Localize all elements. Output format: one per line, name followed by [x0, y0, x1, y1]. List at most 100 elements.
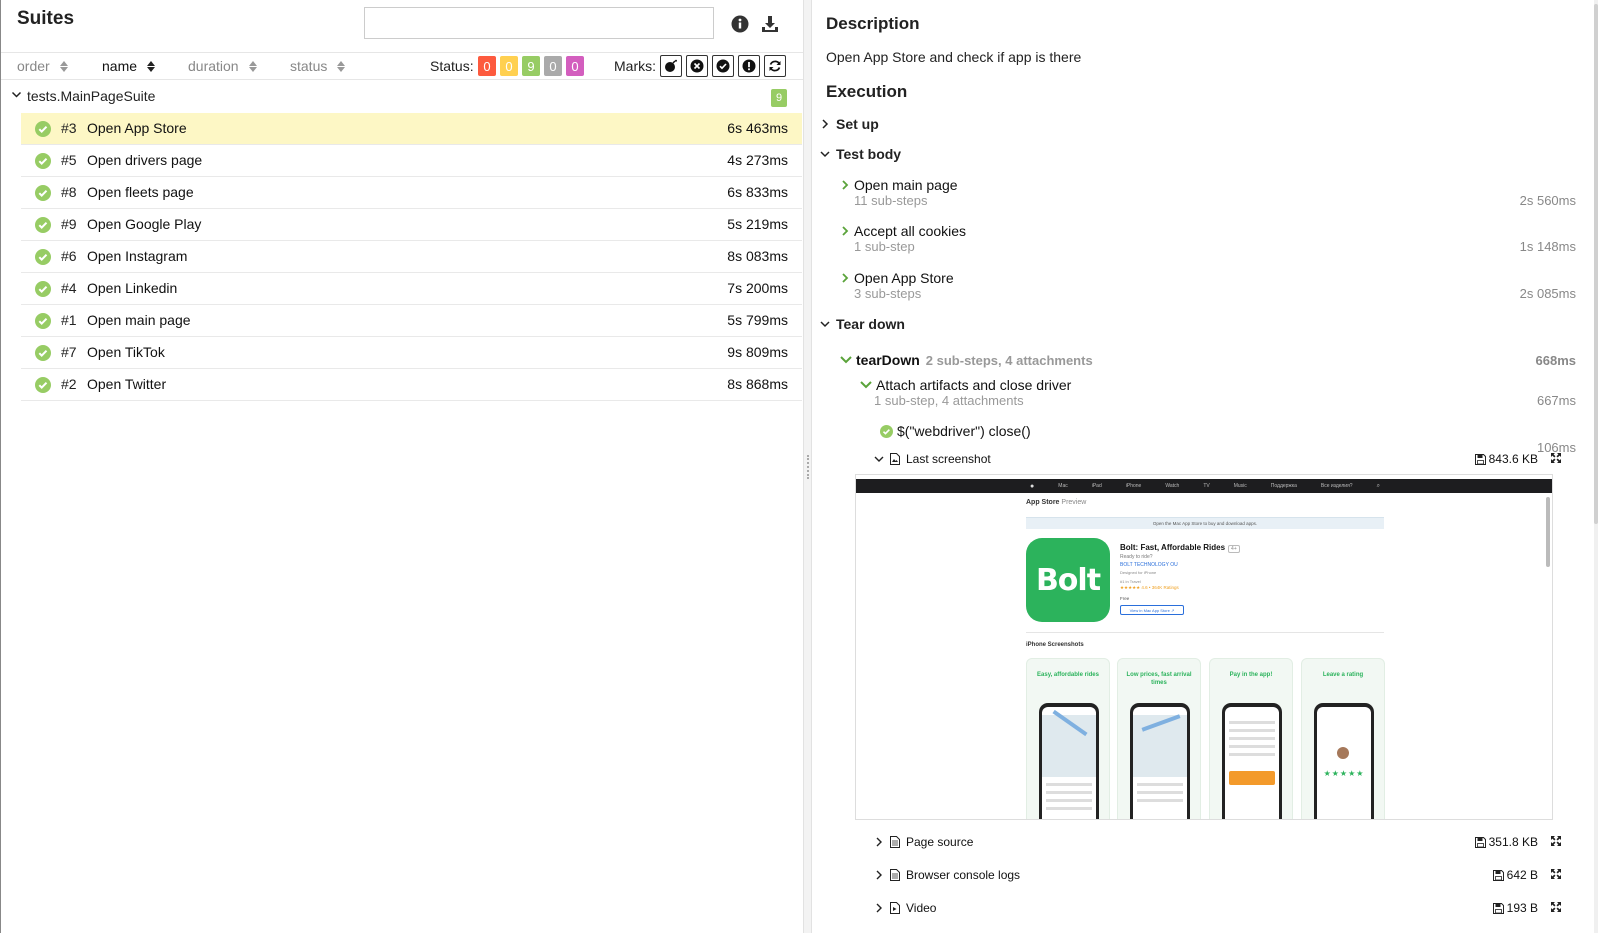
save-icon	[1492, 902, 1504, 914]
attachment-name: Video	[906, 901, 937, 915]
apple-logo-icon: ●	[1030, 482, 1035, 490]
status-failed-badge[interactable]: 0	[478, 56, 496, 76]
attach-step-row[interactable]: Attach artifacts and close driver 1 sub-…	[860, 377, 1580, 408]
step-duration: 1s 148ms	[1519, 239, 1576, 254]
test-order: #4	[61, 280, 77, 296]
preview-card: Pay in the app!	[1209, 658, 1293, 819]
test-name: Open Twitter	[87, 376, 167, 392]
sort-arrows-icon	[337, 60, 346, 72]
step-substeps: 3 sub-steps	[854, 286, 922, 301]
preview-banner: Open the Mac App Store to buy and downlo…	[1026, 517, 1384, 529]
new-failed-mark-button[interactable]	[686, 55, 708, 77]
test-duration: 6s 463ms	[727, 120, 788, 136]
pane-splitter[interactable]	[803, 0, 812, 933]
passed-status-icon	[35, 153, 51, 169]
refresh-icon	[769, 60, 781, 72]
chevron-down-icon	[820, 151, 830, 158]
test-name: Open App Store	[87, 120, 187, 136]
teardown-label: Tear down	[836, 316, 905, 332]
sort-order[interactable]: order	[17, 58, 68, 74]
test-details-pane: Description Open App Store and check if …	[812, 0, 1600, 933]
sort-duration[interactable]: duration	[188, 58, 257, 74]
status-unknown-badge[interactable]: 0	[566, 56, 584, 76]
chevron-right-icon	[842, 180, 849, 190]
sort-arrows-icon	[248, 60, 257, 72]
test-duration: 5s 219ms	[727, 216, 788, 232]
preview-nav-item: iPhone	[1125, 483, 1142, 489]
search-input[interactable]	[364, 7, 714, 39]
step-substeps: 1 sub-step	[854, 239, 915, 254]
preview-scrollbar	[1546, 497, 1550, 567]
expand-icon	[1551, 902, 1561, 912]
test-duration: 8s 083ms	[727, 248, 788, 264]
test-duration: 9s 809ms	[727, 344, 788, 360]
close-driver-step-title: $("webdriver") close()	[897, 423, 1031, 439]
chevron-right-icon	[876, 837, 882, 847]
test-row[interactable]: #5 Open drivers page 4s 273ms	[21, 145, 802, 177]
bolt-app-logo: Bolt	[1026, 538, 1110, 622]
preview-rank: #1 in Travel	[1120, 579, 1141, 584]
test-body-label: Test body	[836, 146, 902, 162]
attachment-row[interactable]: Last screenshot 843.6 KB	[874, 450, 1574, 470]
new-broken-mark-button[interactable]	[738, 55, 760, 77]
marks-filter	[660, 55, 786, 77]
sort-status[interactable]: status	[290, 58, 346, 74]
teardown-step-substeps: 2 sub-steps, 4 attachments	[925, 352, 1093, 368]
file-image-icon	[890, 453, 900, 465]
preview-view-button: View in Mac App Store ↗	[1120, 605, 1184, 615]
sort-order-label: order	[17, 58, 50, 74]
test-row[interactable]: #6 Open Instagram 8s 083ms	[21, 241, 802, 273]
download-icon[interactable]	[758, 12, 782, 36]
chevron-down-icon	[874, 456, 884, 462]
attachment-row[interactable]: Video 193 B	[874, 899, 1574, 919]
test-body-stage[interactable]: Test body	[820, 146, 901, 162]
screenshot-preview[interactable]: ● Mac iPad iPhone Watch TV Music Поддерж…	[855, 474, 1553, 820]
chevron-down-icon	[820, 321, 830, 328]
attachment-row[interactable]: Browser console logs 642 B	[874, 866, 1574, 886]
details-scrollbar[interactable]	[1594, 0, 1598, 933]
test-row[interactable]: #1 Open main page 5s 799ms	[21, 305, 802, 337]
status-skipped-badge[interactable]: 0	[544, 56, 562, 76]
step-title: Accept all cookies	[854, 223, 967, 239]
setup-stage[interactable]: Set up	[820, 116, 879, 132]
suites-pane: Suites order name duration status Status…	[0, 0, 804, 933]
search-icon: ⌕	[1376, 482, 1380, 489]
preview-nav-item: Watch	[1165, 483, 1180, 489]
test-row[interactable]: #9 Open Google Play 5s 219ms	[21, 209, 802, 241]
flaky-mark-button[interactable]	[660, 55, 682, 77]
description-text: Open App Store and check if app is there	[826, 49, 1082, 65]
attachment-size: 193 B	[1506, 901, 1538, 915]
teardown-step-row[interactable]: tearDown 2 sub-steps, 4 attachments 668m…	[840, 352, 1580, 372]
test-row[interactable]: #4 Open Linkedin 7s 200ms	[21, 273, 802, 305]
attachment-size: 351.8 KB	[1488, 835, 1538, 849]
passed-status-icon	[35, 185, 51, 201]
test-duration: 8s 868ms	[727, 376, 788, 392]
retries-mark-button[interactable]	[764, 55, 786, 77]
test-row[interactable]: #7 Open TikTok 9s 809ms	[21, 337, 802, 369]
sort-name[interactable]: name	[102, 58, 156, 74]
attachment-name: Page source	[906, 835, 974, 849]
preview-nav-item: Поддержка	[1270, 483, 1297, 489]
suite-group-row[interactable]: tests.MainPageSuite 9	[1, 84, 804, 110]
teardown-stage[interactable]: Tear down	[820, 316, 905, 332]
test-row[interactable]: #2 Open Twitter 8s 868ms	[21, 369, 802, 401]
test-duration: 7s 200ms	[727, 280, 788, 296]
info-circle-icon[interactable]	[728, 12, 752, 36]
preview-nav-item: Все изделия?	[1320, 483, 1353, 489]
marks-filter-label: Marks:	[614, 58, 656, 74]
test-row[interactable]: #8 Open fleets page 6s 833ms	[21, 177, 802, 209]
suite-passed-count-badge: 9	[771, 89, 787, 107]
status-passed-badge[interactable]: 9	[522, 56, 540, 76]
close-driver-step-row[interactable]: $("webdriver") close() 106ms	[880, 423, 1580, 455]
chevron-right-icon	[822, 119, 829, 129]
preview-card: Leave a rating ★★★★★	[1301, 658, 1385, 819]
status-broken-badge[interactable]: 0	[500, 56, 518, 76]
suites-title: Suites	[17, 8, 75, 29]
attachment-row[interactable]: Page source 351.8 KB	[874, 833, 1574, 853]
test-order: #7	[61, 344, 77, 360]
test-order: #1	[61, 312, 77, 328]
setup-label: Set up	[836, 116, 879, 132]
new-passed-mark-button[interactable]	[712, 55, 734, 77]
test-row[interactable]: #3 Open App Store 6s 463ms	[21, 113, 802, 145]
passed-status-icon	[35, 217, 51, 233]
